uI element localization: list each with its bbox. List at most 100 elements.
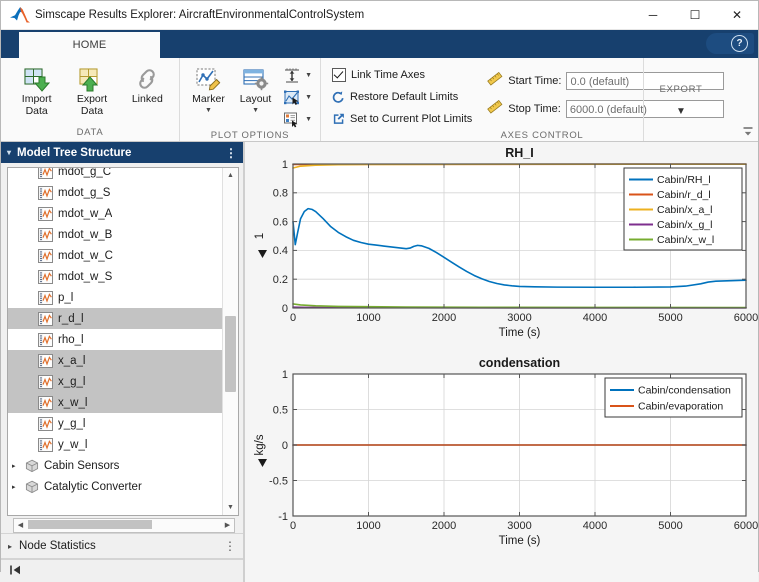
stats-twisty-icon[interactable]: ▸ <box>8 542 12 551</box>
signal-icon <box>38 354 53 368</box>
tree-item[interactable]: r_d_l <box>8 308 223 329</box>
tree-item[interactable]: mdot_g_C <box>8 168 223 182</box>
chart-condensation[interactable]: condensation0100020003000400050006000-1-… <box>245 352 758 560</box>
tree-item-label: r_d_l <box>58 313 84 325</box>
tree-horizontal-scroll-container: ◀ ▶ <box>7 516 239 533</box>
zoom-region-caret-icon[interactable]: ▼ <box>305 94 312 101</box>
tree-item[interactable]: ▸Catalytic Converter <box>8 476 223 497</box>
legend-entry-label: Cabin/x_a_l <box>657 204 712 216</box>
ribbon-group-export[interactable]: EXPORT ▼ <box>643 58 718 141</box>
x-tick-label: 5000 <box>658 312 682 324</box>
restore-default-limits-row[interactable]: Restore Default Limits <box>329 86 475 108</box>
tree-vertical-scrollbar[interactable]: ▲ ▼ <box>222 168 238 515</box>
scroll-left-icon[interactable]: ◀ <box>14 519 27 530</box>
maximize-button[interactable]: ☐ <box>674 1 716 29</box>
set-to-current-plot-limits-row[interactable]: Set to Current Plot Limits <box>329 108 475 130</box>
tree-item[interactable]: y_w_l <box>8 434 223 455</box>
x-tick-label: 3000 <box>507 520 531 532</box>
node-statistics-header[interactable]: ▸ Node Statistics ⋮ <box>1 533 243 559</box>
chart-rh-i[interactable]: RH_I010002000300040005000600000.20.40.60… <box>245 142 758 352</box>
marker-button[interactable]: Marker ▼ <box>186 62 231 114</box>
layout-caret-icon[interactable]: ▼ <box>252 107 259 114</box>
tree-expand-arrow-icon[interactable]: ▸ <box>12 462 25 470</box>
matlab-icon <box>9 6 31 24</box>
tab-home[interactable]: HOME <box>19 32 160 58</box>
signal-icon <box>38 228 53 242</box>
legend-entry-label: Cabin/condensation <box>638 385 731 397</box>
axes-limits-caret-icon[interactable]: ▼ <box>305 72 312 79</box>
x-tick-label: 2000 <box>432 520 456 532</box>
linked-button[interactable]: Linked <box>122 62 173 106</box>
import-data-button[interactable]: Import Data <box>11 62 62 117</box>
tree-item-label: mdot_g_S <box>58 187 110 199</box>
collapse-ribbon-icon[interactable] <box>741 125 755 139</box>
tree-item-label: x_w_l <box>58 397 87 409</box>
ribbon-group-axes-control: Link Time Axes Restore Default Limits <box>320 58 643 141</box>
tree-item[interactable]: rho_l <box>8 329 223 350</box>
x-tick-label: 5000 <box>658 520 682 532</box>
layout-button[interactable]: Layout ▼ <box>233 62 278 114</box>
stats-overflow-menu-icon[interactable]: ⋮ <box>224 541 236 551</box>
tree-item[interactable]: mdot_g_S <box>8 182 223 203</box>
plot-svg[interactable]: condensation0100020003000400050006000-1-… <box>245 352 758 560</box>
model-tree-header[interactable]: ▾ Model Tree Structure ⋮ <box>1 142 243 163</box>
window-title: Simscape Results Explorer: AircraftEnvir… <box>35 9 632 21</box>
legend-button[interactable]: ▼ <box>280 109 314 130</box>
collapse-panel-icon[interactable] <box>9 564 22 579</box>
link-time-axes-label: Link Time Axes <box>351 69 425 81</box>
y-tick-label: 1 <box>282 369 288 381</box>
help-button[interactable]: ? <box>706 33 754 54</box>
tree-expand-arrow-icon[interactable]: ▸ <box>12 483 25 491</box>
tree-item[interactable]: ▸ Cabin Sensors <box>8 455 223 476</box>
tree-item-label: mdot_g_C <box>58 168 111 178</box>
hscroll-thumb[interactable] <box>28 520 152 529</box>
tree-item[interactable]: y_g_l <box>8 413 223 434</box>
y-tick-label: 0.6 <box>273 216 288 228</box>
tree-item[interactable]: x_a_l <box>8 350 223 371</box>
legend-caret-icon[interactable]: ▼ <box>305 116 312 123</box>
x-tick-label: 2000 <box>432 312 456 324</box>
tree-twisty-icon[interactable]: ▾ <box>7 148 11 157</box>
set-limits-icon <box>332 112 345 126</box>
x-axis-label: Time (s) <box>499 535 541 547</box>
tree-item[interactable]: x_g_l <box>8 371 223 392</box>
tree-item[interactable]: mdot_w_B <box>8 224 223 245</box>
scroll-down-icon[interactable]: ▼ <box>223 500 238 515</box>
layout-label: Layout <box>240 94 272 106</box>
signal-icon <box>38 438 53 452</box>
tree-horizontal-scrollbar[interactable]: ◀ ▶ <box>13 518 235 533</box>
x-tick-label: 1000 <box>356 312 380 324</box>
tree-container: mdot_g_C mdot_g_S mdot_w_Amdot_w_B mdot_w_C… <box>1 163 243 533</box>
plot-svg[interactable]: RH_I010002000300040005000600000.20.40.60… <box>245 142 758 352</box>
scroll-up-icon[interactable]: ▲ <box>223 168 238 183</box>
tree-item-label: mdot_w_C <box>58 250 113 262</box>
tree-overflow-menu-icon[interactable]: ⋮ <box>225 148 237 158</box>
scroll-thumb[interactable] <box>225 316 236 392</box>
y-tick-label: 0.4 <box>273 245 288 257</box>
tree-item[interactable]: mdot_w_C <box>8 245 223 266</box>
tree-item[interactable]: p_l <box>8 287 223 308</box>
export-data-button[interactable]: Export Data <box>66 62 117 117</box>
axes-limits-button[interactable]: ▼ <box>280 65 314 86</box>
tree-item[interactable]: x_w_l <box>8 392 223 413</box>
set-to-current-plot-limits-label: Set to Current Plot Limits <box>350 113 472 125</box>
x-tick-label: 6000 <box>734 520 758 532</box>
tree-item[interactable]: mdot_w_A <box>8 203 223 224</box>
minimize-button[interactable]: ─ <box>632 1 674 29</box>
link-time-axes-row[interactable]: Link Time Axes <box>329 64 475 86</box>
scroll-right-icon[interactable]: ▶ <box>221 519 234 530</box>
close-button[interactable]: ✕ <box>716 1 758 29</box>
legend-entry-label: Cabin/x_g_l <box>657 219 712 231</box>
main-body: ▾ Model Tree Structure ⋮ mdot_g_Cmdot_g_… <box>1 142 758 582</box>
block-cube-icon <box>25 480 39 494</box>
signal-icon <box>38 249 53 263</box>
export-caret-icon[interactable]: ▼ <box>676 106 686 117</box>
tree-item[interactable]: mdot_w_S <box>8 266 223 287</box>
zoom-region-button[interactable]: ▼ <box>280 87 314 108</box>
signal-icon <box>38 168 53 179</box>
checkbox-icon[interactable] <box>332 68 346 82</box>
tree-item-label: x_g_l <box>58 376 86 388</box>
tree-item-label: Cabin Sensors <box>44 460 119 472</box>
marker-caret-icon[interactable]: ▼ <box>205 107 212 114</box>
tree-list[interactable]: mdot_g_C mdot_g_S mdot_w_Amdot_w_B mdot_w_C… <box>8 168 223 515</box>
